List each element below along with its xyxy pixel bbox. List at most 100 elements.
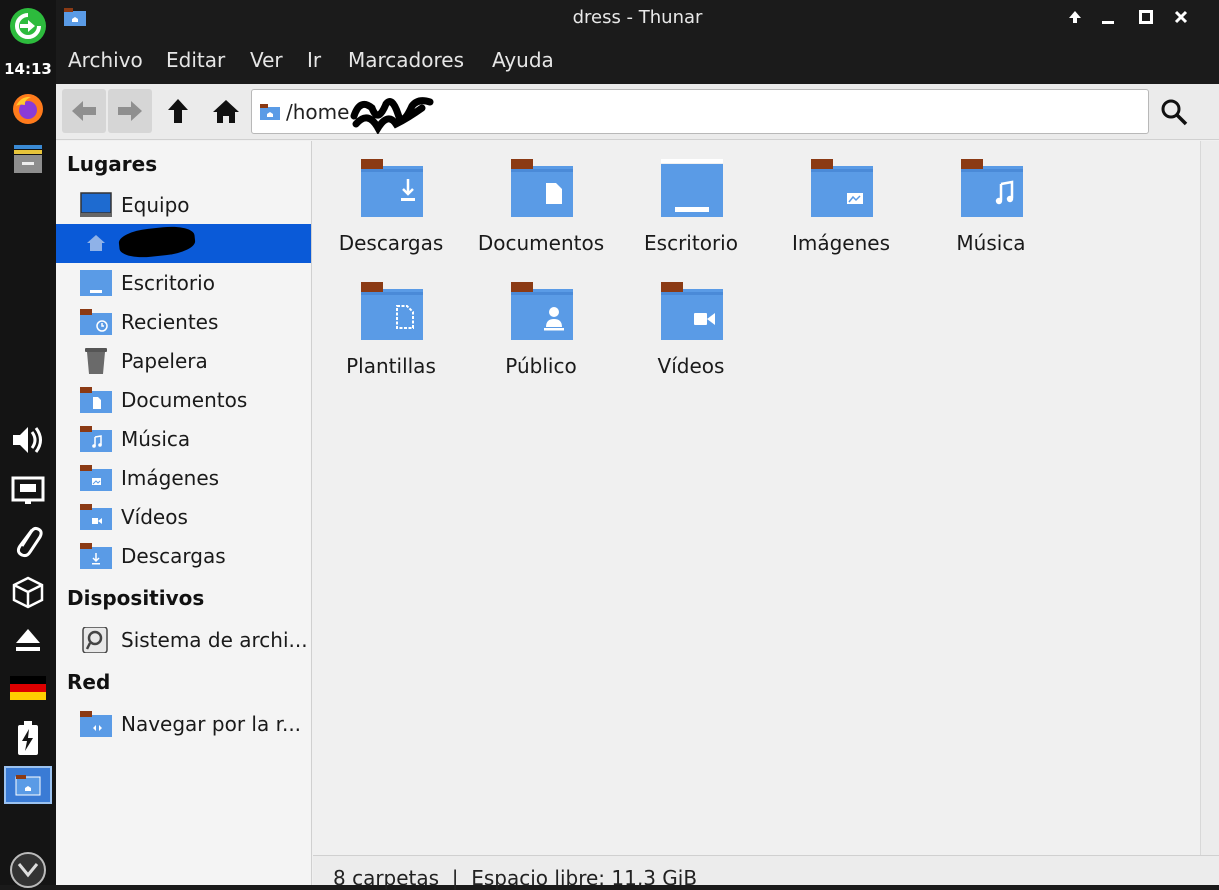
sidebar-item-label: Vídeos bbox=[121, 505, 188, 529]
parent-folder-button[interactable] bbox=[156, 89, 200, 133]
taskbar-thunar-window-button[interactable] bbox=[4, 766, 52, 804]
status-bar: 8 carpetas | Espacio libre: 11,3 GiB bbox=[313, 855, 1219, 890]
forward-button[interactable] bbox=[108, 89, 152, 133]
folder-item-musica[interactable]: Música bbox=[916, 141, 1066, 261]
sidebar-item-escritorio[interactable]: Escritorio bbox=[56, 263, 311, 302]
sidebar-item-label: Equipo bbox=[121, 193, 190, 217]
downloads-folder-icon bbox=[361, 159, 423, 217]
clipboard-attachment-icon[interactable] bbox=[0, 522, 56, 562]
sidebar-item-imagenes[interactable]: Imágenes bbox=[56, 458, 311, 497]
app-menu-icon[interactable] bbox=[0, 6, 56, 46]
sidebar-item-home[interactable] bbox=[56, 224, 311, 263]
keyboard-layout-flag-icon[interactable] bbox=[0, 672, 56, 704]
search-button[interactable] bbox=[1154, 92, 1194, 132]
sidebar-item-equipo[interactable]: Equipo bbox=[56, 185, 311, 224]
arrow-up-icon bbox=[168, 99, 188, 123]
templates-folder-icon bbox=[361, 282, 423, 340]
folder-item-videos[interactable]: Vídeos bbox=[616, 264, 766, 384]
sidebar-item-recientes[interactable]: Recientes bbox=[56, 302, 311, 341]
folder-label: Vídeos bbox=[657, 354, 725, 378]
videos-folder-icon bbox=[661, 282, 723, 340]
title-bar[interactable]: dress - Thunar bbox=[56, 0, 1219, 36]
panel-clock[interactable]: 14:13 bbox=[0, 60, 56, 78]
sidebar-item-filesystem[interactable]: Sistema de archi... bbox=[56, 620, 311, 659]
music-folder-icon bbox=[80, 426, 112, 452]
folder-item-publico[interactable]: Público bbox=[466, 264, 616, 384]
folder-item-imagenes[interactable]: Imágenes bbox=[766, 141, 916, 261]
package-box-icon[interactable] bbox=[0, 572, 56, 612]
videos-folder-icon bbox=[80, 504, 112, 530]
sidebar-item-videos[interactable]: Vídeos bbox=[56, 497, 311, 536]
folder-label: Público bbox=[505, 354, 577, 378]
location-folder-icon bbox=[260, 104, 280, 124]
sidebar-item-label: Sistema de archi... bbox=[121, 628, 308, 652]
network-heading: Red bbox=[67, 670, 111, 694]
documents-folder-icon bbox=[80, 387, 112, 413]
menu-ir[interactable]: Ir bbox=[307, 48, 321, 72]
location-bar[interactable]: /home bbox=[251, 89, 1149, 134]
thunar-window: dress - Thunar Archivo Editar Ver Ir Mar… bbox=[56, 0, 1219, 890]
eject-icon[interactable] bbox=[0, 622, 56, 658]
sidebar-item-label: Recientes bbox=[121, 310, 219, 334]
file-manager-launcher-icon[interactable] bbox=[0, 140, 56, 178]
folder-item-escritorio[interactable]: Escritorio bbox=[616, 141, 766, 261]
arrow-right-icon bbox=[118, 101, 142, 121]
firefox-icon[interactable] bbox=[0, 90, 56, 128]
folder-label: Documentos bbox=[477, 231, 605, 255]
location-path: /home bbox=[286, 100, 350, 124]
arrow-left-icon bbox=[72, 101, 96, 121]
folder-item-plantillas[interactable]: Plantillas bbox=[316, 264, 466, 384]
menu-marcadores[interactable]: Marcadores bbox=[348, 48, 464, 72]
menu-archivo[interactable]: Archivo bbox=[68, 48, 143, 72]
devices-heading: Dispositivos bbox=[67, 586, 205, 610]
home-button[interactable] bbox=[204, 89, 248, 133]
sidebar-item-label: Escritorio bbox=[121, 271, 215, 295]
minimize-button[interactable] bbox=[1097, 6, 1119, 28]
desktop-folder-icon bbox=[661, 159, 723, 217]
recent-folder-icon bbox=[80, 309, 112, 335]
folder-item-descargas[interactable]: Descargas bbox=[316, 141, 466, 261]
redaction-scribble bbox=[350, 97, 434, 134]
status-text: 8 carpetas | Espacio libre: 11,3 GiB bbox=[333, 866, 698, 890]
sidebar-item-label: Imágenes bbox=[121, 466, 220, 490]
folder-label: Imágenes bbox=[791, 231, 891, 255]
music-folder-icon bbox=[961, 159, 1023, 217]
folder-view: Descargas Documentos Escritorio Imágenes… bbox=[313, 141, 1200, 855]
sidebar-item-musica[interactable]: Música bbox=[56, 419, 311, 458]
pictures-folder-icon bbox=[811, 159, 873, 217]
menu-bar: Archivo Editar Ver Ir Marcadores Ayuda bbox=[56, 36, 1219, 84]
folder-label: Plantillas bbox=[346, 354, 436, 378]
battery-icon[interactable] bbox=[0, 718, 56, 758]
logout-icon[interactable] bbox=[0, 850, 56, 888]
sidebar-item-documentos[interactable]: Documentos bbox=[56, 380, 311, 419]
sidebar: Lugares Equipo Escritorio Recientes Pape… bbox=[56, 141, 312, 885]
sidebar-item-papelera[interactable]: Papelera bbox=[56, 341, 311, 380]
toolbar: /home bbox=[56, 84, 1219, 140]
folder-label: Escritorio bbox=[644, 231, 738, 255]
sidebar-item-label: Música bbox=[121, 427, 191, 451]
places-heading: Lugares bbox=[67, 152, 158, 176]
computer-icon bbox=[80, 192, 112, 218]
maximize-button[interactable] bbox=[1135, 6, 1157, 28]
keep-above-button[interactable] bbox=[1064, 6, 1086, 28]
back-button[interactable] bbox=[62, 89, 106, 133]
desktop-folder-icon bbox=[80, 270, 112, 296]
volume-icon[interactable] bbox=[0, 420, 56, 460]
sidebar-item-label: Descargas bbox=[121, 544, 226, 568]
close-button[interactable] bbox=[1170, 6, 1192, 28]
drive-icon bbox=[80, 626, 112, 654]
vertical-scrollbar[interactable] bbox=[1200, 141, 1219, 855]
redaction-scribble bbox=[117, 224, 197, 260]
left-panel: 14:13 bbox=[0, 0, 56, 888]
downloads-folder-icon bbox=[80, 543, 112, 569]
pictures-folder-icon bbox=[80, 465, 112, 491]
menu-ayuda[interactable]: Ayuda bbox=[492, 48, 554, 72]
sidebar-item-descargas[interactable]: Descargas bbox=[56, 536, 311, 575]
sidebar-item-browse-network[interactable]: Navegar por la r... bbox=[56, 704, 311, 743]
folder-item-documentos[interactable]: Documentos bbox=[466, 141, 616, 261]
home-icon bbox=[86, 234, 118, 260]
folder-label: Música bbox=[956, 231, 1026, 255]
menu-ver[interactable]: Ver bbox=[250, 48, 283, 72]
menu-editar[interactable]: Editar bbox=[166, 48, 225, 72]
network-icon[interactable] bbox=[0, 472, 56, 508]
